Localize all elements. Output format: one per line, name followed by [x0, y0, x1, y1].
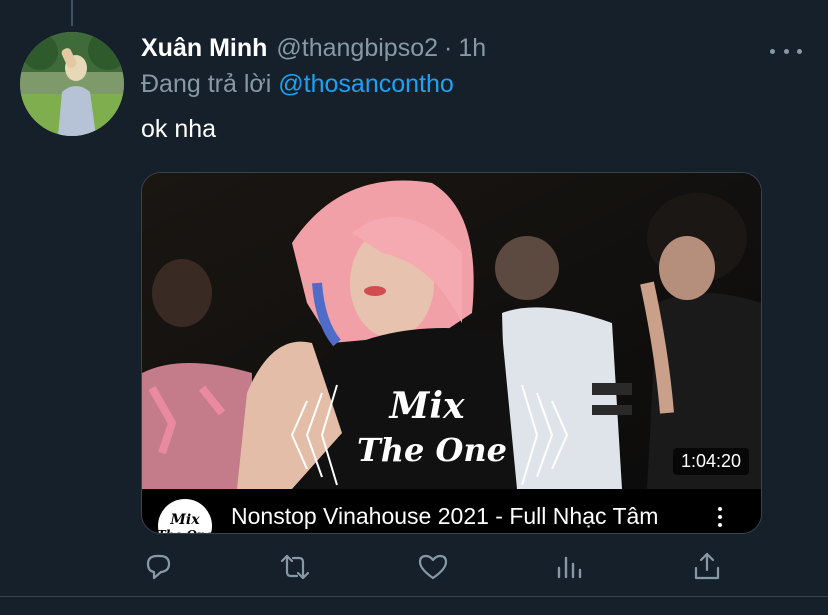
reply-icon[interactable] [141, 550, 175, 584]
tweet-timestamp[interactable]: 1h [458, 34, 486, 63]
display-name[interactable]: Xuân Minh [141, 34, 267, 63]
divider [0, 596, 828, 597]
reply-mention-link[interactable]: @thosancontho [278, 70, 454, 98]
avatar-photo [20, 32, 124, 136]
share-icon[interactable] [690, 550, 724, 584]
logo-text-mix: Mix [388, 385, 466, 427]
analytics-icon[interactable] [553, 550, 587, 584]
svg-text:Mix: Mix [169, 512, 200, 528]
svg-text:The One: The One [158, 528, 212, 534]
like-icon[interactable] [416, 550, 450, 584]
replying-to-label: Đang trả lời [141, 70, 272, 98]
avatar[interactable] [20, 32, 124, 136]
replying-to: Đang trả lời @thosancontho [141, 70, 454, 99]
video-card[interactable]: Mix The One 1:04:20 Mix The One Nonstop … [141, 172, 762, 534]
video-thumbnail[interactable]: Mix The One [142, 173, 761, 489]
user-handle[interactable]: @thangbipso2 [276, 34, 438, 63]
video-title[interactable]: Nonstop Vinahouse 2021 - Full Nhạc Tâm [231, 503, 658, 530]
tweet-header: Xuân Minh @thangbipso2 · 1h [141, 34, 486, 66]
tweet-actions [0, 540, 828, 596]
video-more-options-icon[interactable] [716, 505, 724, 529]
video-duration: 1:04:20 [672, 448, 749, 475]
tweet-text: ok nha [141, 115, 217, 143]
more-options-icon[interactable] [770, 42, 802, 60]
retweet-icon[interactable] [278, 550, 312, 584]
channel-avatar[interactable]: Mix The One [157, 499, 214, 534]
separator-dot: · [444, 34, 453, 62]
thread-connector-line [71, 0, 73, 26]
video-info-bar[interactable]: Mix The One Nonstop Vinahouse 2021 - Ful… [142, 489, 761, 533]
logo-text-the-one: The One [357, 431, 507, 469]
